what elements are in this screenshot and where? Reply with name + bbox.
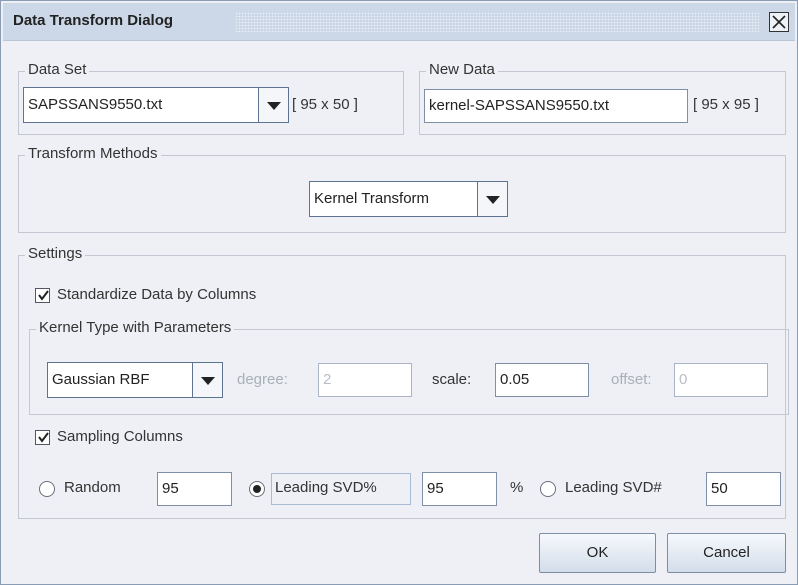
data-set-selected-value: SAPSSANS9550.txt bbox=[28, 96, 163, 113]
close-icon bbox=[772, 15, 786, 29]
scale-input[interactable]: 0.05 bbox=[495, 363, 589, 397]
settings-legend: Settings bbox=[25, 245, 86, 262]
random-value: 95 bbox=[162, 480, 179, 497]
leading-svd-percent-radio[interactable] bbox=[249, 481, 265, 497]
scale-label: scale: bbox=[432, 371, 472, 388]
sampling-columns-label[interactable]: Sampling Columns bbox=[57, 428, 183, 445]
chevron-down-icon[interactable] bbox=[192, 363, 222, 397]
transform-method-select[interactable]: Kernel Transform bbox=[309, 181, 508, 217]
kernel-type-legend: Kernel Type with Parameters bbox=[36, 319, 235, 336]
data-set-select[interactable]: SAPSSANS9550.txt bbox=[23, 87, 289, 123]
offset-value: 0 bbox=[679, 371, 688, 388]
percent-sign: % bbox=[510, 479, 524, 496]
random-label[interactable]: Random bbox=[64, 479, 121, 496]
data-transform-dialog: Data Transform Dialog Data Set SAPSSANS9… bbox=[0, 0, 798, 585]
data-set-dimensions: [ 95 x 50 ] bbox=[292, 96, 358, 113]
dialog-title: Data Transform Dialog bbox=[13, 12, 182, 29]
kernel-type-selected-value: Gaussian RBF bbox=[52, 371, 150, 388]
leading-svd-number-radio[interactable] bbox=[540, 481, 556, 497]
new-data-legend: New Data bbox=[426, 61, 498, 78]
degree-input: 2 bbox=[318, 363, 412, 397]
leading-svd-number-value: 50 bbox=[711, 480, 728, 497]
data-set-legend: Data Set bbox=[25, 61, 90, 78]
chevron-down-icon[interactable] bbox=[258, 88, 288, 122]
leading-svd-number-label[interactable]: Leading SVD# bbox=[565, 479, 662, 496]
new-data-filename-field[interactable]: kernel-SAPSSANS9550.txt bbox=[424, 89, 688, 123]
random-input[interactable]: 95 bbox=[157, 472, 232, 506]
leading-svd-number-input[interactable]: 50 bbox=[706, 472, 781, 506]
sampling-columns-checkbox[interactable] bbox=[35, 430, 50, 445]
new-data-dimensions: [ 95 x 95 ] bbox=[693, 96, 759, 113]
random-radio[interactable] bbox=[39, 481, 55, 497]
cancel-button[interactable]: Cancel bbox=[667, 533, 786, 573]
scale-value: 0.05 bbox=[500, 371, 530, 388]
title-bar-grip bbox=[235, 12, 759, 32]
new-data-filename-value: kernel-SAPSSANS9550.txt bbox=[429, 97, 610, 114]
leading-svd-percent-value: 95 bbox=[427, 480, 444, 497]
checkmark-icon bbox=[38, 290, 49, 301]
checkmark-icon bbox=[38, 432, 49, 443]
transform-methods-legend: Transform Methods bbox=[25, 145, 161, 162]
standardize-label[interactable]: Standardize Data by Columns bbox=[57, 286, 256, 303]
offset-input: 0 bbox=[674, 363, 768, 397]
offset-label: offset: bbox=[611, 371, 652, 388]
chevron-down-icon[interactable] bbox=[477, 182, 507, 216]
degree-value: 2 bbox=[323, 371, 332, 388]
degree-label: degree: bbox=[237, 371, 288, 388]
kernel-type-select[interactable]: Gaussian RBF bbox=[47, 362, 223, 398]
close-button[interactable] bbox=[769, 12, 789, 32]
ok-button[interactable]: OK bbox=[539, 533, 656, 573]
leading-svd-percent-label[interactable]: Leading SVD% bbox=[275, 479, 377, 496]
transform-method-selected-value: Kernel Transform bbox=[314, 190, 430, 207]
title-bar[interactable]: Data Transform Dialog bbox=[3, 3, 795, 41]
leading-svd-percent-input[interactable]: 95 bbox=[422, 472, 497, 506]
standardize-checkbox[interactable] bbox=[35, 288, 50, 303]
